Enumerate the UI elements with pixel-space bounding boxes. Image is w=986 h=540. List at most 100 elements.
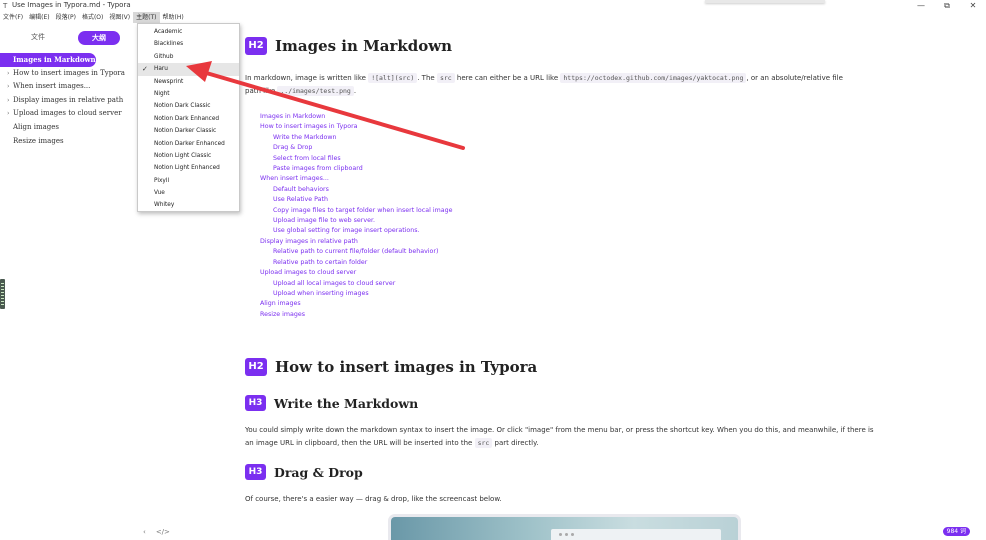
menu-edit[interactable]: 编辑(E): [26, 12, 52, 23]
theme-item-label: Notion Dark Classic: [154, 103, 211, 110]
outline-item-align-images[interactable]: Align images: [0, 121, 126, 135]
menu-help[interactable]: 帮助(H): [160, 12, 187, 23]
menu-format[interactable]: 格式(O): [79, 12, 106, 23]
text-run: , or an absolute/relative file: [746, 74, 843, 82]
theme-item-haru[interactable]: ✓ Haru: [138, 63, 239, 76]
theme-item-label: Haru: [154, 66, 168, 73]
heading-text: Write the Markdown: [274, 395, 419, 411]
toc-link[interactable]: Align images: [260, 299, 580, 309]
toc-link[interactable]: Relative path to certain folder: [260, 258, 580, 268]
heading-drag-drop: H3 Drag & Drop: [245, 464, 363, 480]
toc-link[interactable]: Copy image files to target folder when i…: [260, 206, 580, 216]
menu-file[interactable]: 文件(F): [0, 12, 26, 23]
toc-link[interactable]: Use Relative Path: [260, 195, 580, 205]
inline-code: src: [474, 438, 493, 448]
text-run: here can either be a URL like: [454, 74, 561, 82]
inline-code: ![alt](src): [368, 73, 418, 83]
close-button[interactable]: ✕: [960, 0, 986, 12]
window-title: Use Images in Typora.md - Typora: [12, 1, 131, 9]
theme-item-label: Pixyll: [154, 177, 170, 184]
menu-view[interactable]: 视图(V): [106, 12, 133, 23]
theme-item-label: Notion Darker Classic: [154, 128, 217, 135]
text-run: Of course, there's a easier way — drag &…: [245, 495, 502, 503]
minimize-button[interactable]: —: [908, 0, 934, 12]
toc-link[interactable]: Select from local files: [260, 154, 580, 164]
heading-level-badge: H3: [245, 395, 266, 411]
toc-link[interactable]: Drag & Drop: [260, 143, 580, 153]
theme-item-notion-darker-classic[interactable]: Notion Darker Classic: [138, 125, 239, 137]
tab-files[interactable]: 文件: [31, 32, 45, 42]
toc-link[interactable]: Upload image file to web server.: [260, 216, 580, 226]
text-run: . The: [417, 74, 437, 82]
theme-dropdown-menu: Academic Blacklines Github ✓ Haru Newspri…: [137, 23, 240, 212]
theme-item-vue[interactable]: Vue: [138, 187, 239, 199]
toc-link[interactable]: Relative path to current file/folder (de…: [260, 247, 580, 257]
theme-item-pixyll[interactable]: Pixyll: [138, 175, 239, 187]
menu-themes[interactable]: 主题(T): [133, 12, 160, 23]
toc-link[interactable]: How to insert images in Typora: [260, 122, 580, 132]
text-run: .: [353, 87, 357, 95]
toc-link[interactable]: Paste images from clipboard: [260, 164, 580, 174]
toc-link[interactable]: Write the Markdown: [260, 133, 580, 143]
toc-link[interactable]: Display images in relative path: [260, 237, 580, 247]
maximize-button[interactable]: ⧉: [934, 0, 960, 12]
outline-list: Images in Markdown › How to insert image…: [0, 53, 126, 148]
table-of-contents: Images in Markdown How to insert images i…: [260, 112, 580, 320]
toc-link[interactable]: Upload when inserting images: [260, 289, 580, 299]
toc-link[interactable]: Default behaviors: [260, 185, 580, 195]
theme-item-newsprint[interactable]: Newsprint: [138, 76, 239, 88]
theme-item-night[interactable]: Night: [138, 88, 239, 100]
chevron-right-icon[interactable]: ›: [7, 107, 9, 120]
theme-item-label: Notion Darker Enhanced: [154, 140, 225, 147]
toc-link[interactable]: Upload all local images to cloud server: [260, 279, 580, 289]
heading-text: How to insert images in Typora: [275, 358, 538, 376]
outline-item-display-relative[interactable]: › Display images in relative path: [0, 94, 126, 108]
theme-item-notion-darker-enhanced[interactable]: Notion Darker Enhanced: [138, 138, 239, 150]
theme-item-github[interactable]: Github: [138, 51, 239, 63]
toc-link[interactable]: Use global setting for image insert oper…: [260, 226, 580, 236]
menu-paragraph[interactable]: 段落(P): [53, 12, 79, 23]
chevron-right-icon[interactable]: ›: [7, 80, 9, 93]
text-run: You could simply write down the markdown…: [245, 426, 874, 434]
checkmark-icon: ✓: [142, 65, 148, 74]
theme-item-notion-light-classic[interactable]: Notion Light Classic: [138, 150, 239, 162]
theme-item-label: Blacklines: [154, 41, 184, 48]
theme-item-label: Notion Dark Enhanced: [154, 115, 220, 122]
outline-item-upload-cloud[interactable]: › Upload images to cloud server: [0, 107, 126, 121]
toc-link[interactable]: When insert images...: [260, 174, 580, 184]
text-run: an image URL in clipboard, then the URL …: [245, 439, 475, 447]
outline-item-resize-images[interactable]: Resize images: [0, 135, 126, 149]
back-arrow-icon[interactable]: ‹: [143, 528, 146, 536]
sidebar-footer: ‹ </>: [143, 528, 170, 536]
theme-item-label: Github: [154, 53, 174, 60]
theme-item-label: Vue: [154, 190, 165, 197]
drag-paragraph: Of course, there's a easier way — drag &…: [245, 493, 980, 506]
toc-link[interactable]: Images in Markdown: [260, 112, 580, 122]
intro-paragraph: In markdown, image is written like ![alt…: [245, 72, 980, 98]
heading-how-to-insert: H2 How to insert images in Typora: [245, 358, 537, 376]
theme-item-notion-dark-enhanced[interactable]: Notion Dark Enhanced: [138, 113, 239, 125]
theme-item-notion-dark-classic[interactable]: Notion Dark Classic: [138, 100, 239, 112]
theme-item-blacklines[interactable]: Blacklines: [138, 38, 239, 50]
toc-link[interactable]: Upload images to cloud server: [260, 268, 580, 278]
outline-item-images-in-markdown[interactable]: Images in Markdown: [0, 53, 96, 67]
outline-item-how-to-insert[interactable]: › How to insert images in Typora: [0, 67, 126, 81]
toc-link[interactable]: Resize images: [260, 310, 580, 320]
window-dot: [559, 533, 562, 536]
tab-outline[interactable]: 大纲: [78, 31, 120, 45]
theme-item-notion-light-enhanced[interactable]: Notion Light Enhanced: [138, 162, 239, 174]
theme-item-whitey[interactable]: Whitey: [138, 199, 239, 211]
outline-item-when-insert[interactable]: › When insert images...: [0, 80, 126, 94]
sidebar-resize-handle[interactable]: [0, 279, 5, 309]
heading-level-badge: H2: [245, 37, 267, 55]
chevron-right-icon[interactable]: ›: [7, 67, 9, 80]
theme-item-label: Night: [154, 90, 170, 97]
theme-item-academic[interactable]: Academic: [138, 26, 239, 38]
chevron-right-icon[interactable]: ›: [7, 94, 9, 107]
theme-item-label: Whitey: [154, 202, 175, 209]
theme-item-label: Notion Light Classic: [154, 152, 212, 159]
window-dot: [571, 533, 574, 536]
word-count-badge[interactable]: 984 词: [942, 527, 970, 536]
source-code-icon[interactable]: </>: [156, 528, 170, 536]
inline-code: https://octodex.github.com/images/yaktoc…: [560, 73, 747, 83]
